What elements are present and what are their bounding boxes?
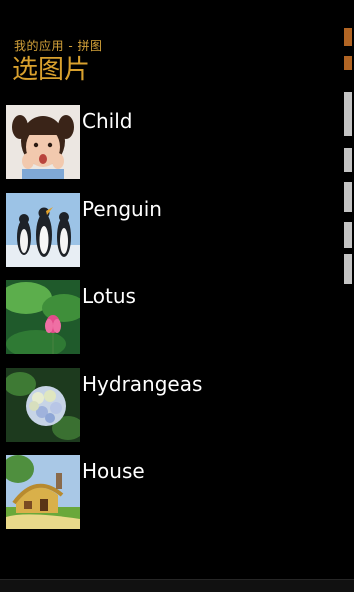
child-photo-icon [6,105,80,179]
list-item-penguin[interactable]: Penguin [6,192,326,267]
house-photo-thumbnail [6,455,80,529]
list-item-hydrangeas[interactable]: Hydrangeas [6,367,326,442]
list-item-lotus[interactable]: Lotus [6,280,326,354]
picture-list: Child Penguin Lotus Hydrangeas House [6,105,326,543]
page-title: 选图片 [12,55,91,85]
list-item-house[interactable]: House [6,455,326,529]
list-item-child[interactable]: Child [6,105,326,179]
hydrangeas-photo-thumbnail [6,367,80,442]
list-item-label: Lotus [82,284,136,308]
list-item-label: Hydrangeas [82,371,203,396]
child-photo-thumbnail [6,105,80,179]
app-title: 我的应用 - 拼图 [14,39,103,53]
penguin-photo-icon [6,192,80,267]
hydrangeas-photo-icon [6,367,80,442]
lotus-photo-icon [6,280,80,354]
list-item-label: House [82,459,145,483]
list-item-label: Penguin [82,196,162,221]
app-bar[interactable] [0,579,354,592]
offscreen-panel-edge [340,28,352,288]
lotus-photo-thumbnail [6,280,80,354]
app-page: 我的应用 - 拼图 选图片 Child Penguin Lotus Hydran… [0,0,354,592]
penguin-photo-thumbnail [6,192,80,267]
house-photo-icon [6,455,80,529]
list-item-label: Child [82,109,133,133]
